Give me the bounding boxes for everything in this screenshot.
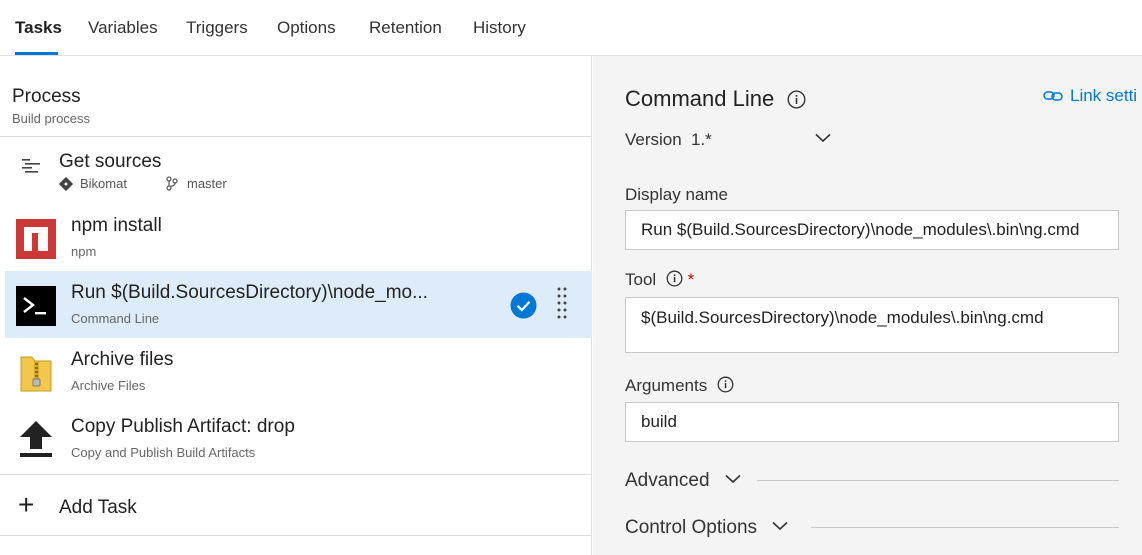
divider: [0, 474, 592, 475]
display-name-input[interactable]: Run $(Build.SourcesDirectory)\node_modul…: [625, 210, 1119, 250]
divider: [0, 535, 592, 536]
required-marker: *: [687, 270, 695, 289]
npm-icon: [16, 219, 56, 259]
tool-label-text: Tool: [625, 270, 657, 289]
version-label: Version: [625, 130, 682, 149]
get-sources-icon: [22, 159, 40, 173]
advanced-label: Advanced: [625, 470, 710, 491]
section-divider: [757, 480, 1119, 481]
section-divider: [811, 527, 1119, 528]
process-subtitle: Build process: [12, 111, 91, 126]
git-repo-icon: [59, 177, 73, 191]
chevron-down-icon: [725, 474, 741, 484]
get-sources-title: Get sources: [59, 151, 162, 172]
task-row-npm-install[interactable]: npm install npm: [5, 204, 592, 271]
info-icon[interactable]: [787, 90, 806, 109]
add-task-button[interactable]: + Add Task: [18, 489, 218, 522]
task-details-pane: Command Line Link setti Version 1.* Disp…: [593, 56, 1142, 555]
task-subtitle: Archive Files: [71, 378, 146, 393]
control-options-section-toggle[interactable]: Control Options: [625, 517, 788, 539]
arguments-input[interactable]: build: [625, 402, 1119, 442]
task-title: Copy Publish Artifact: drop: [71, 416, 295, 437]
task-details-title: Command Line: [625, 86, 775, 111]
display-name-label: Display name: [625, 185, 728, 204]
arguments-label-text: Arguments: [625, 376, 708, 395]
tab-tasks[interactable]: Tasks: [15, 18, 62, 38]
tab-variables[interactable]: Variables: [88, 18, 158, 38]
task-title: Archive files: [71, 349, 174, 370]
info-icon[interactable]: [717, 376, 734, 393]
link-icon: [1043, 91, 1063, 101]
advanced-section-toggle[interactable]: Advanced: [625, 470, 741, 492]
add-task-label: Add Task: [59, 497, 137, 518]
version-select[interactable]: 1.*: [689, 126, 839, 154]
tool-input[interactable]: $(Build.SourcesDirectory)\node_modules\.…: [625, 297, 1119, 353]
tab-options[interactable]: Options: [277, 18, 336, 38]
branch-icon: [166, 176, 178, 191]
tab-retention[interactable]: Retention: [369, 18, 442, 38]
task-title: npm install: [71, 215, 162, 236]
task-row-archive-files[interactable]: Archive files Archive Files: [5, 338, 592, 405]
checkmark-icon: [510, 292, 537, 319]
task-subtitle: Command Line: [71, 311, 160, 326]
active-tab-indicator: [15, 52, 58, 55]
archive-icon: [20, 356, 52, 392]
arguments-label: Arguments: [625, 376, 734, 396]
task-subtitle: npm: [71, 244, 97, 259]
task-row-command-line[interactable]: Run $(Build.SourcesDirectory)\node_mo...…: [5, 271, 592, 338]
tab-bar: Tasks Variables Triggers Options Retenti…: [0, 0, 1142, 56]
repo-name: Bikomat: [80, 176, 127, 191]
tab-triggers[interactable]: Triggers: [186, 18, 248, 38]
process-header[interactable]: Process Build process: [0, 56, 592, 136]
tab-history[interactable]: History: [473, 18, 526, 38]
process-title: Process: [12, 86, 81, 107]
upload-icon: [20, 421, 52, 457]
drag-handle-icon[interactable]: [557, 286, 567, 324]
task-title: Run $(Build.SourcesDirectory)\node_mo...: [71, 282, 428, 303]
chevron-down-icon: [815, 133, 831, 143]
terminal-icon: [16, 286, 56, 326]
task-row-publish-artifact[interactable]: Copy Publish Artifact: drop Copy and Pub…: [5, 405, 592, 472]
branch-name: master: [187, 176, 227, 191]
chevron-down-icon: [772, 521, 788, 531]
task-list-pane: Process Build process Get sources Bikoma…: [0, 56, 592, 555]
info-icon[interactable]: [666, 270, 683, 287]
plus-icon: +: [18, 489, 35, 520]
tool-label: Tool *: [625, 270, 694, 290]
version-value: 1.*: [691, 130, 712, 149]
control-options-label: Control Options: [625, 517, 758, 538]
link-settings-link[interactable]: Link setti: [1043, 86, 1137, 106]
task-subtitle: Copy and Publish Build Artifacts: [71, 445, 256, 460]
link-settings-label: Link setti: [1070, 86, 1138, 105]
